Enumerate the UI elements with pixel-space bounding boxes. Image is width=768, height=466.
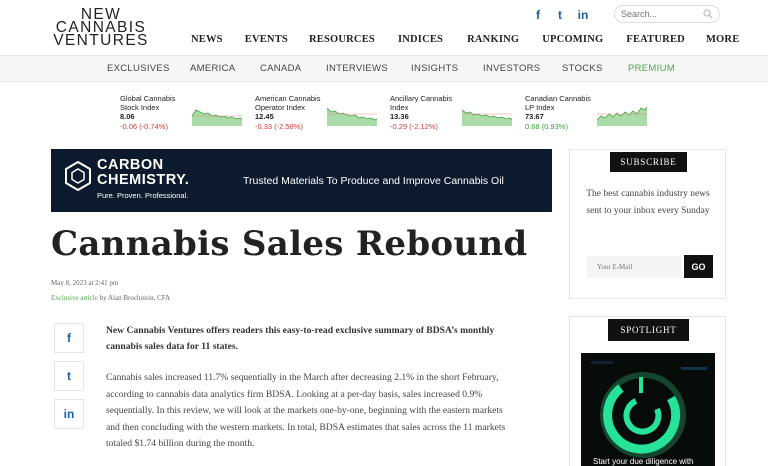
index-canadian-cannabis-lp[interactable]: Canadian Cannabis LP Index 73.67 0.68 (0… <box>525 94 655 134</box>
spotlight-heading: SPOTLIGHT <box>608 319 689 341</box>
article-byline: Exclusive article by Alan Brochstein, CF… <box>51 294 170 302</box>
nav-more[interactable]: MORE <box>706 34 739 45</box>
social-links: f t in <box>532 8 590 22</box>
nav-news[interactable]: NEWS <box>191 34 223 45</box>
carbon-chemistry-banner[interactable]: CARBON CHEMISTRY. Pure. Proven. Professi… <box>51 149 552 212</box>
subscribe-heading: SUBSCRIBE <box>610 152 687 172</box>
spotlight-graphic-icon <box>581 353 715 466</box>
email-field[interactable] <box>587 256 682 278</box>
nav-featured[interactable]: FEATURED <box>626 34 685 45</box>
subnav-canada[interactable]: CANADA <box>260 63 301 74</box>
subnav-insights[interactable]: INSIGHTS <box>411 63 458 74</box>
search-icon[interactable] <box>703 9 713 19</box>
search-input[interactable] <box>621 9 701 19</box>
nav-events[interactable]: EVENTS <box>245 34 288 45</box>
spotlight-caption: Start your due diligence with <box>593 457 694 466</box>
banner-brand: CARBON CHEMISTRY. <box>97 158 189 188</box>
nav-indices[interactable]: INDICES <box>398 34 443 45</box>
index-name: Global Cannabis Stock Index <box>120 94 176 112</box>
index-sparkline <box>462 109 512 126</box>
subnav-america[interactable]: AMERICA <box>190 63 235 74</box>
subnav-interviews[interactable]: INTERVIEWS <box>326 63 388 74</box>
nav-upcoming[interactable]: UPCOMING <box>542 34 603 45</box>
spotlight-image[interactable]: Start your due diligence with <box>581 353 715 466</box>
spotlight-widget: SPOTLIGHT Start your due diligence with <box>569 316 726 466</box>
index-ancillary-cannabis[interactable]: Ancillary Cannabis Index 13.36 -0.29 (-2… <box>390 94 520 134</box>
nav-ranking[interactable]: RANKING <box>467 34 519 45</box>
share-facebook-button[interactable]: f <box>54 323 84 353</box>
share-twitter-button[interactable]: t <box>54 361 84 391</box>
subscribe-text: The best cannabis industry news sent to … <box>586 189 710 216</box>
subscribe-widget: SUBSCRIBE The best cannabis industry new… <box>569 149 726 299</box>
banner-brand-line-2: CHEMISTRY. <box>97 172 190 188</box>
article-date: May 8, 2023 at 2:41 pm <box>51 279 119 287</box>
share-linkedin-button[interactable]: in <box>54 399 84 429</box>
linkedin-icon[interactable]: in <box>576 8 590 22</box>
banner-slogan: Pure. Proven. Professional. <box>97 191 189 200</box>
sub-nav: EXCLUSIVES AMERICA CANADA INTERVIEWS INS… <box>0 55 768 82</box>
twitter-icon: t <box>67 369 71 383</box>
site-logo[interactable]: NEW CANNABIS VENTURES <box>51 7 151 49</box>
index-name: Ancillary Cannabis Index <box>390 94 453 112</box>
nav-resources[interactable]: RESOURCES <box>309 34 375 45</box>
linkedin-icon: in <box>63 407 75 421</box>
article-paragraph: Cannabis sales increased 11.7% sequentia… <box>106 372 506 449</box>
subnav-investors[interactable]: INVESTORS <box>483 63 540 74</box>
index-sparkline <box>327 107 377 126</box>
index-sparkline <box>192 109 242 126</box>
search-box <box>614 5 720 23</box>
facebook-icon[interactable]: f <box>532 8 544 22</box>
index-global-cannabis[interactable]: Global Cannabis Stock Index 8.06 -0.06 (… <box>120 94 250 134</box>
subnav-exclusives[interactable]: EXCLUSIVES <box>107 63 170 74</box>
article-lead: New Cannabis Ventures offers readers thi… <box>106 325 495 352</box>
hexagon-logo-icon <box>65 161 91 191</box>
exclusive-article-link[interactable]: Exclusive article <box>51 294 98 302</box>
facebook-icon: f <box>67 331 71 345</box>
index-sparkline <box>597 106 647 126</box>
main-nav: NEWS EVENTS RESOURCES INDICES RANKING UP… <box>191 34 739 45</box>
article-title: Cannabis Sales Rebound <box>51 224 528 264</box>
banner-brand-line-1: CARBON <box>97 157 164 173</box>
subnav-premium[interactable]: PREMIUM <box>628 63 675 74</box>
author: by Alan Brochstein, CFA <box>97 294 171 302</box>
logo-line-3: VENTURES <box>53 32 149 49</box>
subnav-stocks[interactable]: STOCKS <box>562 63 603 74</box>
go-button[interactable]: GO <box>684 255 713 278</box>
index-american-cannabis-operator[interactable]: American Cannabis Operator Index 12.45 -… <box>255 94 385 134</box>
index-name: American Cannabis Operator Index <box>255 94 321 112</box>
twitter-icon[interactable]: t <box>554 8 566 22</box>
index-name: Canadian Cannabis LP Index <box>525 94 591 112</box>
banner-tagline: Trusted Materials To Produce and Improve… <box>243 175 504 187</box>
